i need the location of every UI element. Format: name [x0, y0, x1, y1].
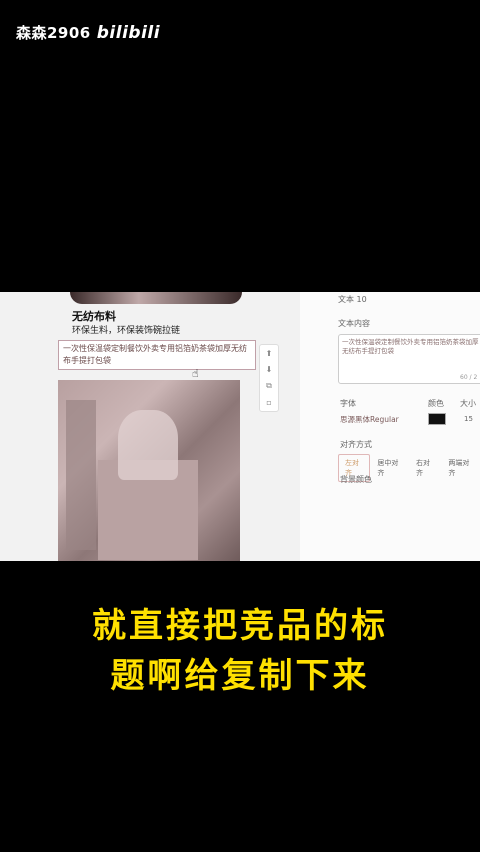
- bilibili-logo: bilibili: [96, 22, 161, 43]
- copy-icon[interactable]: ⧉: [266, 381, 272, 391]
- move-down-icon[interactable]: ⬇: [266, 365, 273, 374]
- size-label: 大小: [460, 399, 476, 408]
- bg-color-label: 背景颜色: [340, 475, 372, 484]
- selected-text-box[interactable]: 一次性保温袋定制餐饮外卖专用铝箔奶茶袋加厚无纺布手提打包袋: [58, 340, 256, 370]
- font-select[interactable]: 思源黑体Regular: [340, 414, 399, 425]
- element-toolbar: ⬆ ⬇ ⧉ ▫: [259, 344, 279, 412]
- product-image-top: [70, 292, 242, 304]
- align-right-button[interactable]: 右对齐: [409, 454, 441, 482]
- size-input[interactable]: 15: [464, 415, 473, 423]
- move-up-icon[interactable]: ⬆: [266, 349, 273, 358]
- product-photo: [58, 380, 240, 561]
- editor-screen: 无纺布料 环保生料，环保装饰碗拉链 一次性保温袋定制餐饮外卖专用铝箔奶茶袋加厚无…: [0, 292, 480, 561]
- product-subtitle: 环保生料，环保装饰碗拉链: [72, 326, 181, 336]
- uploader-name: 森森2906: [16, 24, 91, 42]
- canvas-area: 无纺布料 环保生料，环保装饰碗拉链 一次性保温袋定制餐饮外卖专用铝箔奶茶袋加厚无…: [0, 292, 300, 561]
- char-count: 60 / 2: [460, 374, 478, 381]
- content-label: 文本内容: [338, 319, 370, 328]
- font-label: 字体: [340, 399, 356, 408]
- properties-panel: 文本 10 文本内容 一次性保温袋定制餐饮外卖专用铝箔奶茶袋加厚无纺布手提打包袋…: [300, 292, 480, 561]
- subtitle-line-2: 题啊给复制下来: [110, 656, 370, 696]
- align-label: 对齐方式: [340, 440, 372, 449]
- subtitle-line-1: 就直接把竞品的标: [92, 606, 388, 646]
- delete-icon[interactable]: ▫: [266, 398, 271, 407]
- mouse-cursor-icon: ☝: [192, 367, 199, 380]
- text-content-field[interactable]: 一次性保温袋定制餐饮外卖专用铝箔奶茶袋加厚无纺布手提打包袋: [338, 334, 480, 384]
- align-center-button[interactable]: 居中对齐: [370, 454, 409, 482]
- color-swatch[interactable]: [428, 413, 446, 425]
- section-label: 文本 10: [338, 295, 367, 304]
- watermark: 森森2906 bilibili: [16, 22, 160, 43]
- product-title: 无纺布料: [72, 310, 116, 323]
- align-justify-button[interactable]: 两端对齐: [441, 454, 480, 482]
- color-label: 颜色: [428, 399, 444, 408]
